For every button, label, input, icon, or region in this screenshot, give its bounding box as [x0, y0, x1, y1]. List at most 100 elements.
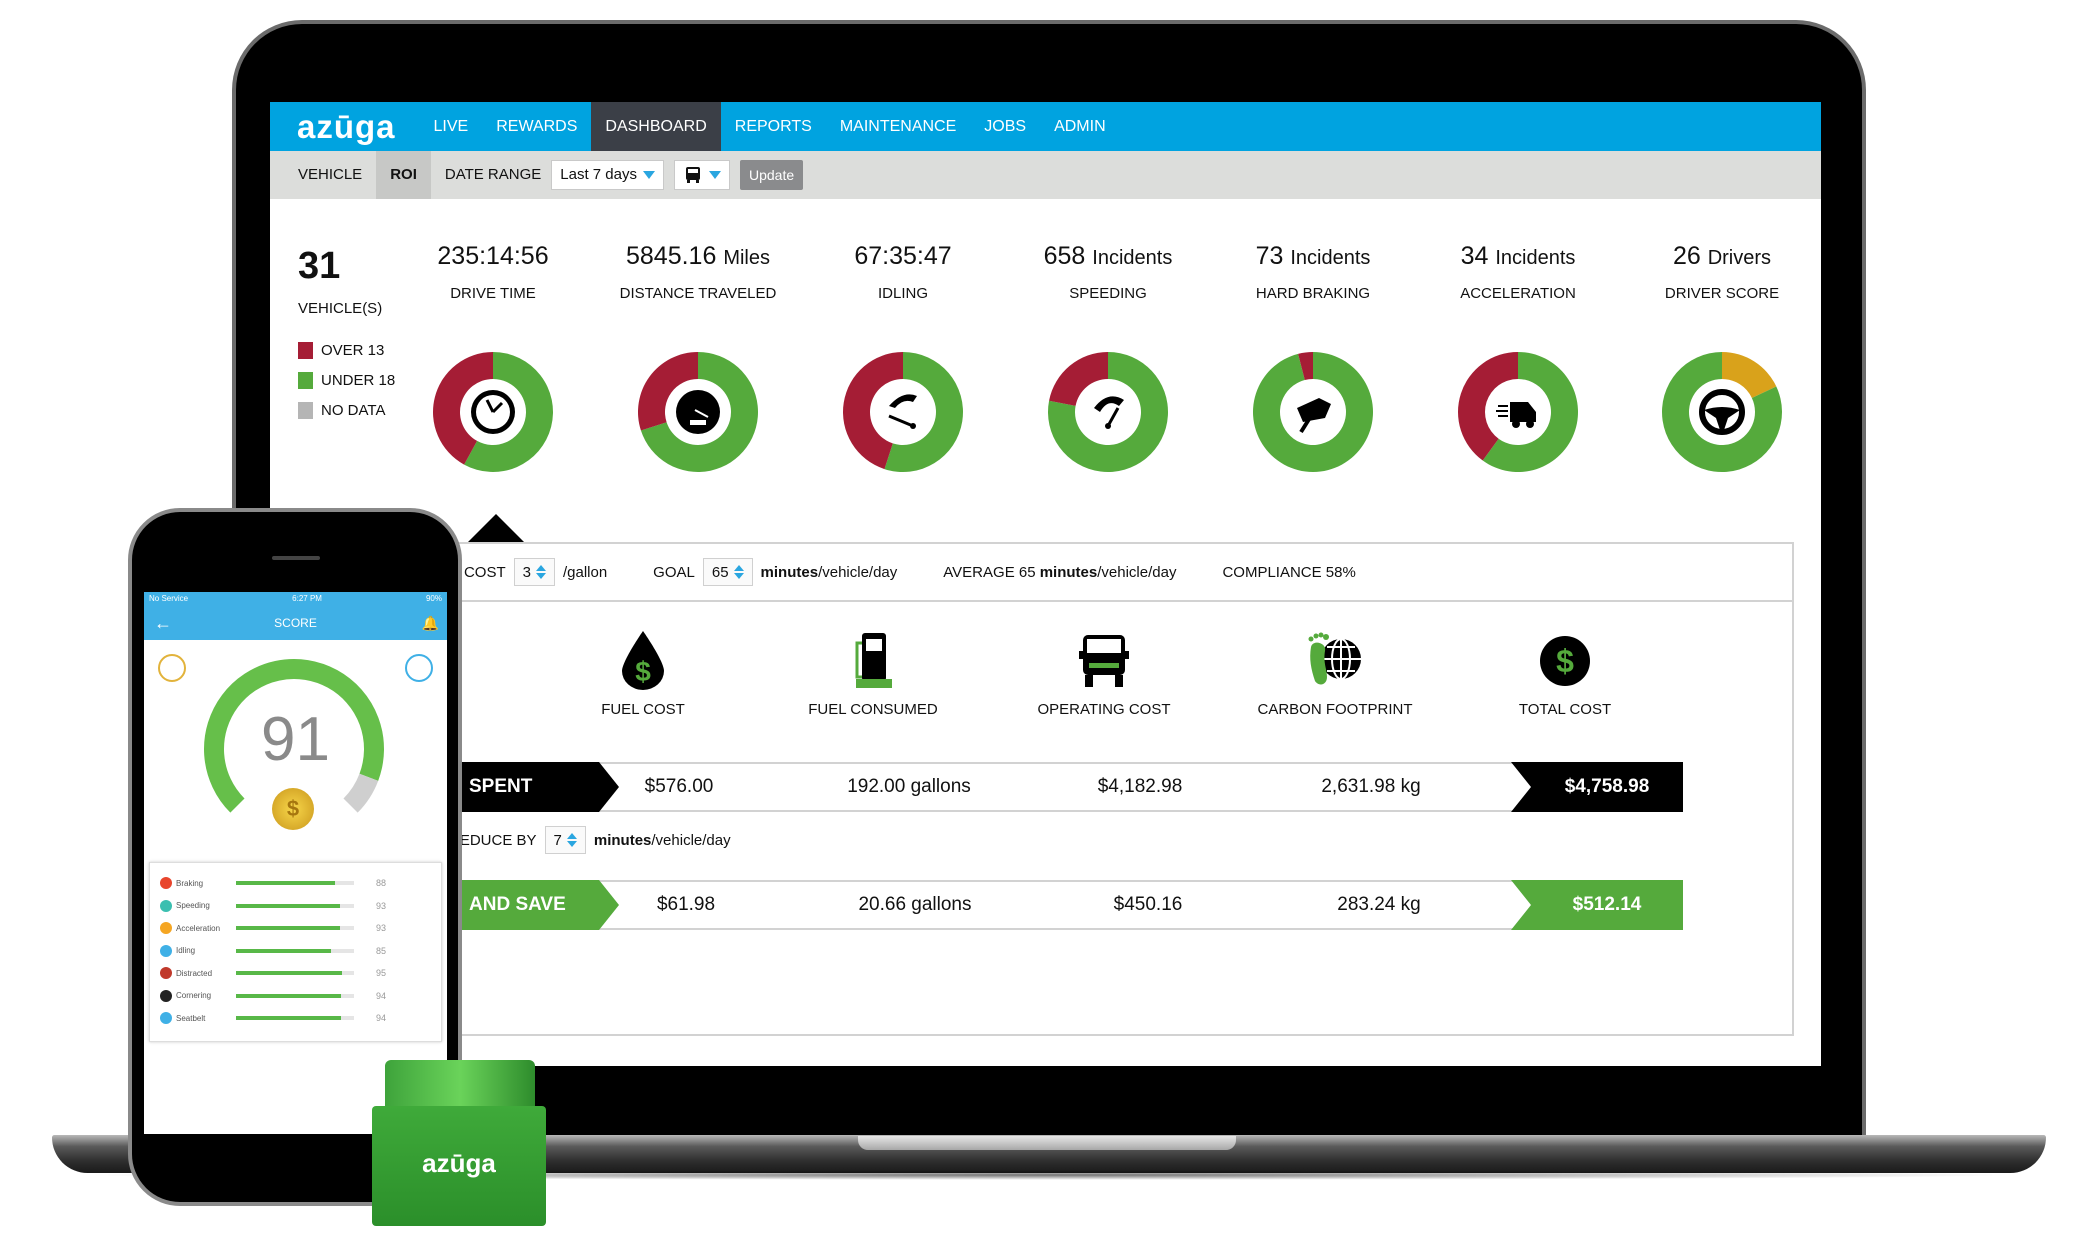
stat-unit: Incidents [1495, 247, 1576, 269]
steering-wheel-icon [1699, 389, 1745, 435]
save-carbon: 283.24 kg [1337, 894, 1421, 915]
nav-jobs[interactable]: JOBS [970, 102, 1040, 151]
reduce-unit-bold: minutes [593, 831, 652, 849]
category-bar [236, 1016, 354, 1020]
battery-text: 90% [425, 594, 442, 603]
nav-dashboard[interactable]: DASHBOARD [591, 102, 721, 151]
legend-label: NO DATA [321, 402, 386, 419]
stat-value: 67:35:47 [803, 242, 1003, 271]
reduce-by-value: 7 [553, 831, 562, 849]
svg-text:$: $ [635, 656, 651, 687]
date-range-select[interactable]: Last 7 days [551, 160, 664, 190]
speeding-van-icon [1496, 402, 1536, 428]
vehicle-type-select[interactable] [674, 160, 730, 190]
metric-fuel-consumed: FUEL CONSUMED [763, 629, 983, 718]
donut-chart[interactable] [1243, 342, 1383, 482]
metric-label: OPERATING COST [1037, 701, 1171, 718]
donut-chart[interactable] [628, 342, 768, 482]
average-text: AVERAGE 65 [943, 563, 1036, 581]
stat-value: 658 Incidents [1008, 242, 1208, 271]
idle-gauge-icon [888, 394, 917, 429]
donut-segment-over[interactable] [1049, 352, 1108, 406]
stat-value: 235:14:56 [393, 242, 593, 271]
goal-value: 65 [711, 563, 729, 581]
stat-unit: Miles [723, 247, 770, 269]
stat-hard-braking: 73 Incidents HARD BRAKING [1213, 242, 1413, 302]
metric-fuel-cost: $ FUEL COST [533, 629, 753, 718]
obd-device: azūga [372, 1106, 546, 1226]
category-bar [236, 993, 354, 998]
nav-rewards[interactable]: REWARDS [482, 102, 591, 151]
donut-chart[interactable] [1652, 342, 1792, 482]
stepper-arrows-icon[interactable] [535, 565, 546, 579]
category-row[interactable]: Idling 85 [158, 940, 434, 962]
category-score: 95 [376, 968, 387, 978]
save-fuel-cost: $61.98 [656, 894, 716, 915]
donut-chart[interactable] [1448, 342, 1588, 482]
fuel-cost-value: 3 [522, 563, 531, 581]
azuga-logo[interactable]: azūga [297, 108, 396, 146]
category-score: 94 [376, 990, 387, 1001]
stat-acceleration: 34 Incidents ACCELERATION [1418, 242, 1618, 302]
nav-admin[interactable]: ADMIN [1040, 102, 1120, 151]
spent-fuel-cost: $576.00 [644, 776, 714, 797]
metric-carbon-footprint: CARBON FOOTPRINT [1225, 629, 1445, 718]
category-bar-fill [236, 993, 342, 998]
stat-label: DISTANCE TRAVELED [619, 285, 777, 302]
stat-number: 67:35:47 [854, 242, 952, 270]
distracted-icon [160, 967, 172, 979]
nav-live[interactable]: LIVE [420, 102, 483, 151]
stepper-arrows-icon[interactable] [566, 833, 577, 847]
category-bar [236, 926, 354, 930]
category-row[interactable]: Cornering 94 [158, 985, 434, 1007]
category-score: 85 [376, 945, 387, 956]
category-bar-fill [236, 903, 341, 908]
back-arrow-icon[interactable]: ← [154, 606, 172, 640]
compliance-text: COMPLIANCE 58% [1222, 563, 1356, 581]
legend-swatch-green [298, 372, 313, 389]
tab-roi[interactable]: ROI [376, 151, 431, 199]
stat-label: HARD BRAKING [1255, 285, 1371, 302]
reduce-by-label: REDUCE BY [449, 831, 537, 849]
acceleration-icon [160, 922, 172, 934]
category-row[interactable]: Seatbelt 94 [158, 1007, 434, 1029]
spent-total: $4,758.98 [1511, 762, 1683, 812]
stepper-arrows-icon[interactable] [733, 565, 744, 579]
category-score: 88 [376, 878, 387, 888]
category-row[interactable]: Distracted 95 [158, 962, 434, 984]
update-button[interactable]: Update [740, 160, 804, 190]
category-row[interactable]: Speeding 93 [158, 895, 434, 917]
phone-header: ← SCORE 🔔 [144, 606, 447, 640]
stat-speeding: 658 Incidents SPEEDING [1008, 242, 1208, 302]
seatbelt-icon [160, 1012, 172, 1024]
vehicle-count-block: 31 VEHICLE(S) [298, 245, 382, 317]
speed-gauge-icon [1094, 396, 1124, 429]
fuel-cost-unit: /gallon [562, 563, 608, 581]
category-row[interactable]: Braking 88 [158, 872, 434, 894]
category-bar-fill [236, 926, 341, 930]
nav-maintenance[interactable]: MAINTENANCE [826, 102, 970, 151]
chevron-down-icon [643, 171, 655, 179]
fuel-cost-stepper[interactable]: 3 [513, 558, 555, 586]
category-bar-fill [236, 1016, 342, 1020]
legend-under: UNDER 18 [298, 372, 395, 389]
bell-icon[interactable]: 🔔 [422, 606, 439, 640]
stat-driver-score: 26 Drivers DRIVER SCORE [1622, 242, 1821, 302]
stats-icon[interactable] [158, 654, 186, 682]
panel-pointer [468, 514, 524, 542]
goal-stepper[interactable]: 65 [702, 558, 753, 586]
reduce-by-stepper[interactable]: 7 [544, 826, 586, 854]
donut-chart[interactable] [423, 342, 563, 482]
stat-drive-time: 235:14:56 DRIVE TIME [393, 242, 593, 302]
category-row[interactable]: Acceleration 93 [158, 917, 434, 939]
tab-vehicle[interactable]: VEHICLE [284, 151, 376, 199]
nav-reports[interactable]: REPORTS [721, 102, 826, 151]
donut-chart[interactable] [1038, 342, 1178, 482]
stat-number: 235:14:56 [437, 242, 549, 270]
stat-number: 658 [1043, 242, 1086, 270]
share-icon[interactable] [405, 654, 433, 682]
category-score: 93 [376, 923, 387, 933]
phone-status-bar: No Service 6:27 PM 90% [144, 592, 447, 606]
carrier-text: No Service [149, 594, 189, 603]
donut-chart[interactable] [833, 342, 973, 482]
